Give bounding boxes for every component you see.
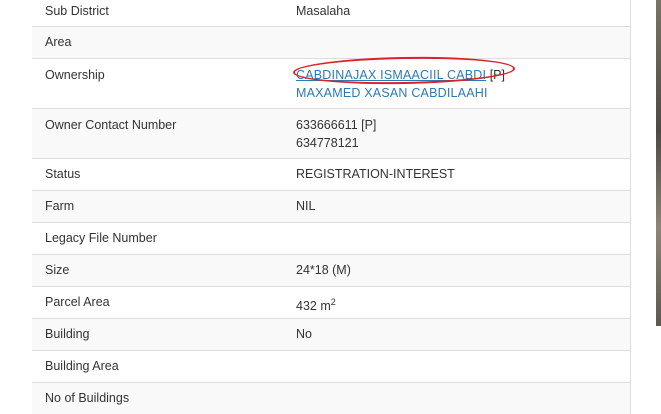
row-value: Masalaha: [296, 4, 351, 18]
row-label: Legacy File Number: [45, 231, 157, 245]
owner-link-secondary[interactable]: MAXAMED XASAN CABDILAAHI: [296, 86, 488, 100]
table-row-area: Area: [32, 27, 630, 59]
table-row-legacy-file-number: Legacy File Number: [32, 223, 630, 255]
row-value: REGISTRATION-INTEREST: [296, 167, 455, 181]
parcel-area-number: 432 m: [296, 299, 331, 314]
row-label: Parcel Area: [45, 295, 110, 309]
row-value: 24*18 (M): [296, 263, 351, 277]
table-row-ownership: Ownership CABDINAJAX ISMAACIIL CABDI [P]…: [32, 59, 630, 109]
owner-entry: MAXAMED XASAN CABDILAAHI: [296, 84, 630, 102]
table-row-building: Building No: [32, 319, 630, 351]
property-details-table: Sub District Masalaha Area Ownership CAB…: [32, 0, 631, 414]
parcel-area-unit-exponent: 2: [330, 297, 336, 307]
row-label: Building Area: [45, 359, 119, 373]
row-value: [296, 27, 630, 58]
row-label: Owner Contact Number: [45, 118, 177, 132]
table-row-building-area: Building Area: [32, 351, 630, 383]
ownership-list: CABDINAJAX ISMAACIIL CABDI [P] MAXAMED X…: [296, 59, 630, 108]
contact-number: 634778121: [296, 136, 359, 150]
contact-number: 633666611: [296, 118, 358, 132]
primary-contact-tag: [P]: [361, 118, 377, 132]
row-label: Area: [45, 35, 72, 49]
table-row-size: Size 24*18 (M): [32, 255, 630, 287]
table-row-no-of-buildings: No of Buildings: [32, 383, 630, 414]
row-label: Ownership: [45, 68, 105, 82]
row-label: Status: [45, 167, 81, 181]
contact-entry: 634778121: [296, 134, 630, 152]
row-label: Farm: [45, 199, 75, 213]
contact-entry: 633666611 [P]: [296, 116, 630, 134]
row-value: [296, 351, 630, 382]
owner-link-primary[interactable]: CABDINAJAX ISMAACIIL CABDI: [296, 68, 486, 82]
row-value: [296, 223, 630, 254]
row-value: NIL: [296, 199, 316, 213]
parcel-area-value: 432 m2: [296, 287, 630, 318]
row-label: Building: [45, 327, 90, 341]
background-photo-edge: [656, 0, 661, 326]
row-label: No of Buildings: [45, 391, 130, 405]
table-row-farm: Farm NIL: [32, 191, 630, 223]
primary-owner-tag: [P]: [489, 68, 505, 82]
table-row-parcel-area: Parcel Area 432 m2: [32, 287, 630, 319]
row-label: Sub District: [45, 4, 109, 18]
property-details-page: Sub District Masalaha Area Ownership CAB…: [0, 0, 661, 414]
table-row-owner-contact: Owner Contact Number 633666611 [P] 63477…: [32, 109, 630, 159]
contact-list: 633666611 [P] 634778121: [296, 109, 630, 158]
table-row-status: Status REGISTRATION-INTEREST: [32, 159, 630, 191]
table-row-sub-district: Sub District Masalaha: [32, 0, 630, 27]
owner-entry: CABDINAJAX ISMAACIIL CABDI [P]: [296, 66, 630, 84]
row-label: Size: [45, 263, 70, 277]
row-value: [296, 383, 630, 414]
row-value: No: [296, 327, 312, 341]
